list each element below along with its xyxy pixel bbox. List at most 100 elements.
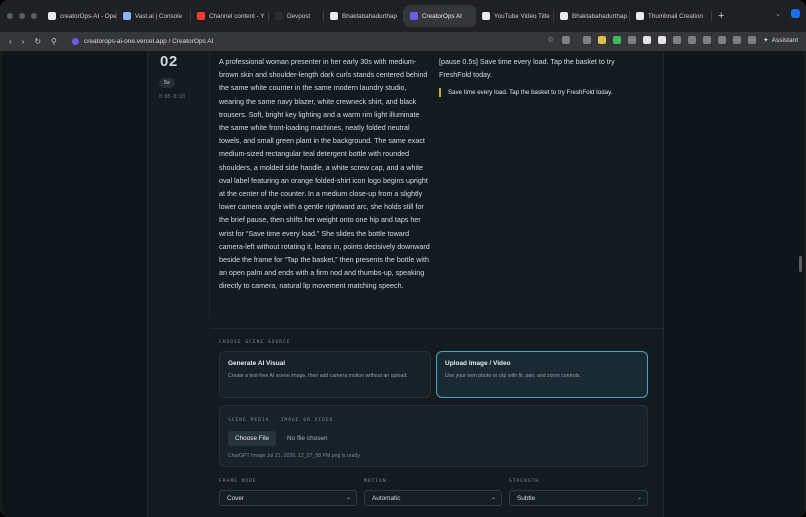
forward-icon[interactable]: › bbox=[22, 37, 25, 46]
time-range: 0:05-0:10 bbox=[159, 95, 185, 100]
frame-mode-select[interactable]: Cover ⌄ bbox=[219, 490, 357, 506]
file-status: No file chosen bbox=[287, 435, 328, 442]
motion-select[interactable]: Automatic ⌄ bbox=[364, 490, 502, 506]
github-icon bbox=[48, 12, 56, 20]
address-bar[interactable]: creatorops-ai-one.vercel.app / CreatorOp… bbox=[72, 38, 213, 45]
nav-buttons: ‹ › ↻ ⚲ bbox=[0, 37, 72, 46]
option-description: Use your own photo or clip with fit, pan… bbox=[445, 373, 581, 379]
toolbar-icons: ☆ ✦ Assistant bbox=[547, 36, 798, 44]
source-section-label: CHOOSE SCENE SOURCE bbox=[219, 340, 291, 345]
menu-icon[interactable] bbox=[733, 36, 742, 44]
minimize-window-icon[interactable] bbox=[19, 13, 25, 19]
extension-icon[interactable] bbox=[643, 36, 652, 44]
tab-label: Bhaktabahadurthap bbox=[572, 12, 627, 20]
extension-icon[interactable] bbox=[628, 36, 637, 44]
chevron-down-icon: ⌄ bbox=[490, 495, 496, 501]
tab-devpost[interactable]: Devpost bbox=[269, 5, 324, 27]
chevron-down-icon: ⌄ bbox=[345, 495, 351, 501]
extension-icon[interactable] bbox=[658, 36, 667, 44]
tab-channel-content-y[interactable]: Channel content - Y bbox=[191, 5, 269, 27]
creatorops-icon bbox=[410, 12, 418, 20]
vastai-icon bbox=[123, 12, 131, 20]
tabstrip-right: ⌄ bbox=[775, 9, 800, 18]
frame-mode-value: Cover bbox=[227, 494, 245, 502]
browser-window: creatorOps-AI - Ope Vast.ai | Console Chan… bbox=[0, 0, 806, 517]
tab-list: creatorOps-AI - Ope Vast.ai | Console Chan… bbox=[42, 0, 712, 32]
extension-icon[interactable] bbox=[598, 36, 607, 44]
youtube-icon bbox=[197, 12, 205, 20]
reload-icon[interactable]: ↻ bbox=[34, 37, 41, 46]
option-title: Generate AI Visual bbox=[228, 360, 286, 367]
assistant-label: Assistant bbox=[771, 36, 798, 44]
motion-label: MOTION bbox=[364, 479, 387, 484]
extension-icon[interactable] bbox=[673, 36, 682, 44]
zoom-window-icon[interactable] bbox=[31, 13, 37, 19]
tab-label: Thumbnail Creation bbox=[648, 12, 703, 20]
generate-ai-visual-option[interactable]: Generate AI Visual Create a text-free AI… bbox=[219, 351, 431, 398]
devpost-icon bbox=[275, 12, 283, 20]
tab-label: Channel content - Y bbox=[209, 12, 265, 20]
address-url[interactable]: creatorops-ai-one.vercel.app / CreatorOp… bbox=[84, 38, 213, 45]
extension-icon[interactable] bbox=[688, 36, 697, 44]
github-icon bbox=[560, 12, 568, 20]
tab-thumbnail-creation[interactable]: Thumbnail Creation bbox=[630, 5, 712, 27]
scene-prompt: A professional woman presenter in her ea… bbox=[219, 58, 430, 291]
tab-separator bbox=[711, 11, 712, 21]
duration-badge: 5s bbox=[159, 78, 175, 88]
sparkle-icon: ✦ bbox=[763, 37, 769, 44]
sidebar-icon[interactable] bbox=[748, 36, 757, 44]
tab-bhaktabahadurthap[interactable]: Bhaktabahadurthap bbox=[324, 5, 404, 27]
section-divider bbox=[210, 328, 664, 329]
tab-label: creatorOps-AI - Ope bbox=[60, 12, 117, 20]
tab-label: Devpost bbox=[287, 12, 311, 20]
chatgpt-icon bbox=[636, 12, 644, 20]
scene-media-box: SCENE MEDIA · IMAGE OR VIDEO Choose File… bbox=[219, 405, 648, 467]
scrollbar-thumb[interactable] bbox=[799, 256, 802, 272]
upload-image-video-option[interactable]: Upload Image / Video Use your own photo … bbox=[436, 351, 648, 398]
voiceover-script: [pause 0.5s] Save time every load. Tap t… bbox=[439, 58, 615, 80]
page-content: 02 5s 0:05-0:10 A professional woman pre… bbox=[2, 51, 804, 517]
tab-label: Vast.ai | Console bbox=[135, 12, 183, 20]
github-icon bbox=[330, 12, 338, 20]
extension-icon[interactable] bbox=[703, 36, 712, 44]
tab-strip: creatorOps-AI - Ope Vast.ai | Console Chan… bbox=[0, 0, 806, 32]
frame-mode-label: FRAME MODE bbox=[219, 479, 257, 484]
chevron-down-icon: ⌄ bbox=[636, 495, 642, 501]
scene-number: 02 bbox=[160, 53, 178, 70]
site-settings-icon[interactable]: ⚲ bbox=[51, 37, 57, 46]
tab-label: YouTube Video Title bbox=[494, 12, 550, 20]
site-favicon-icon bbox=[72, 38, 79, 45]
option-description: Create a text-free AI scene image, then … bbox=[228, 373, 408, 379]
scene-meta: 02 5s 0:05-0:10 bbox=[147, 51, 210, 319]
tab-label: Bhaktabahadurthap bbox=[342, 12, 397, 20]
choose-file-button[interactable]: Choose File bbox=[228, 431, 277, 446]
window-controls bbox=[0, 13, 42, 19]
back-icon[interactable]: ‹ bbox=[9, 37, 12, 46]
tab-bhaktabahadurthap[interactable]: Bhaktabahadurthap bbox=[554, 5, 630, 27]
new-tab-button[interactable]: + bbox=[718, 10, 724, 22]
extension-icon[interactable] bbox=[583, 36, 592, 44]
media-section-label: SCENE MEDIA · IMAGE OR VIDEO bbox=[228, 418, 334, 423]
strength-label: STRENGTH bbox=[509, 479, 540, 484]
strength-select[interactable]: Subtle ⌄ bbox=[509, 490, 648, 506]
browser-toolbar: ‹ › ↻ ⚲ creatorops-ai-one.vercel.app / C… bbox=[0, 32, 806, 51]
tab-label: CreatorOps AI bbox=[422, 12, 462, 20]
bookmark-star-icon[interactable]: ☆ bbox=[547, 36, 555, 44]
share-icon[interactable] bbox=[562, 36, 571, 44]
tab-vast-ai-console[interactable]: Vast.ai | Console bbox=[117, 5, 191, 27]
strength-value: Subtle bbox=[517, 494, 536, 502]
tab-youtube-video-title[interactable]: YouTube Video Title bbox=[476, 5, 554, 27]
assistant-button[interactable]: ✦ Assistant bbox=[763, 36, 798, 45]
tab-creatorops-ai[interactable]: CreatorOps AI bbox=[404, 5, 476, 27]
chatgpt-icon bbox=[482, 12, 490, 20]
extension-icon[interactable] bbox=[613, 36, 622, 44]
close-window-icon[interactable] bbox=[7, 13, 13, 19]
profile-icon[interactable] bbox=[791, 9, 800, 18]
tab-creatorops-ai-ope[interactable]: creatorOps-AI - Ope bbox=[42, 5, 117, 27]
tab-search-chevron-icon[interactable]: ⌄ bbox=[775, 10, 781, 18]
option-title: Upload Image / Video bbox=[445, 360, 511, 367]
voiceover-quote: Save time every load. Tap the basket to … bbox=[439, 88, 613, 97]
download-icon[interactable] bbox=[718, 36, 727, 44]
motion-value: Automatic bbox=[372, 494, 401, 502]
media-ready-info: ChatGPT Image Jul 21, 2026, 12_07_58 PM.… bbox=[228, 453, 360, 459]
